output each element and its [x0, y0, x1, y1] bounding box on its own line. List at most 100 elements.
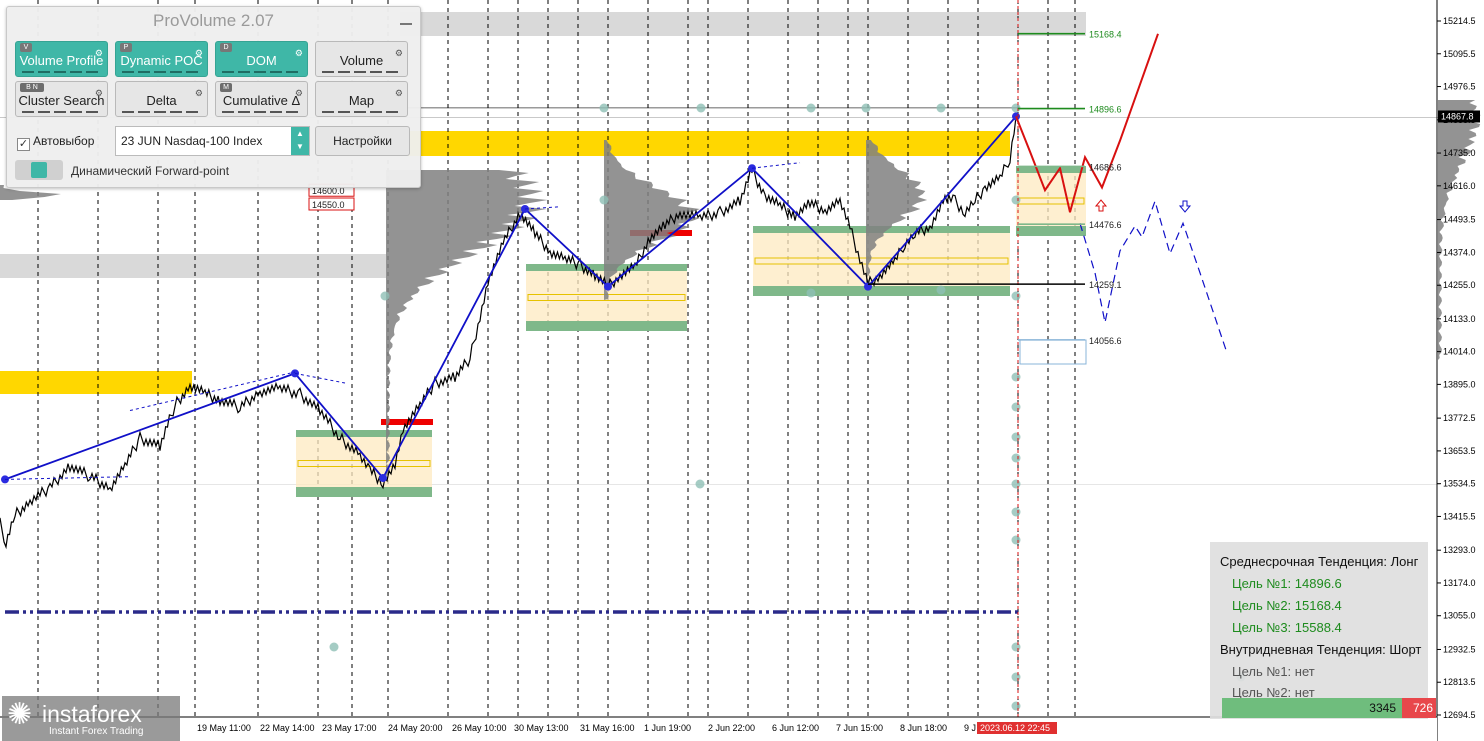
grid-line	[0, 484, 1440, 485]
y-tick-label: 13293.0	[1443, 545, 1476, 555]
level-label: 14056.6	[1089, 336, 1122, 346]
gray-band	[0, 254, 386, 278]
zone-bottom-band	[1016, 226, 1086, 236]
intra-trend-title: Внутридневная Тенденция: Шорт	[1220, 642, 1422, 657]
button-indicator	[222, 111, 301, 113]
panel-button-label: Volume	[339, 53, 384, 68]
mid-target-1: Цель №1: 14896.6	[1232, 576, 1342, 591]
instrument-select[interactable]: 23 JUN Nasdaq-100 Index ▲ ▼	[115, 126, 310, 156]
button-indicator	[322, 71, 401, 73]
dynamic-poc-dot	[599, 103, 609, 113]
x-tick-label: 24 May 20:00	[388, 723, 443, 733]
dynamic-poc-dot	[1011, 453, 1021, 463]
panel-title: ProVolume 2.07	[153, 11, 274, 30]
y-tick-label: 14255.0	[1443, 280, 1476, 290]
helper-line	[4, 476, 131, 480]
zone-bottom-band	[526, 321, 687, 331]
dynamic-poc-dot	[1011, 642, 1021, 652]
x-tick-label: 7 Jun 15:00	[836, 723, 883, 733]
x-tick-label: 31 May 16:00	[580, 723, 635, 733]
sell-volume-value: 726	[1412, 701, 1433, 715]
y-tick-label: 13174.0	[1443, 578, 1476, 588]
y-tick-label: 14493.5	[1443, 215, 1476, 225]
dynamic-poc-dot	[806, 288, 816, 298]
x-tick-label: 30 May 13:00	[514, 723, 569, 733]
panel-button-label: Delta	[146, 93, 177, 108]
panel-button-cumulative[interactable]: M ⚙ Cumulative Δ	[215, 81, 308, 117]
x-tick-label: 26 May 10:00	[452, 723, 507, 733]
dynamic-poc-dot	[1011, 701, 1021, 711]
minimize-icon[interactable]	[400, 23, 412, 25]
down-arrow-icon	[1178, 200, 1192, 213]
buy-volume-value: 3345	[1369, 701, 1396, 715]
zigzag-point	[379, 474, 387, 483]
target-line	[400, 107, 1020, 109]
dynamic-poc-dot	[1011, 479, 1021, 489]
y-tick-label: 14133.0	[1443, 314, 1476, 324]
current-time-label: 2023.06.12 22:45	[980, 723, 1050, 733]
dynamic-poc-dot	[1011, 535, 1021, 545]
mid-trend-title: Среднесрочная Тенденция: Лонг	[1220, 554, 1419, 569]
button-indicator	[122, 71, 201, 73]
target-box	[1019, 339, 1087, 365]
panel-button-label: Cumulative Δ	[222, 93, 301, 108]
x-tick-label: 6 Jun 12:00	[772, 723, 819, 733]
y-tick-label: 13415.5	[1443, 511, 1476, 521]
y-tick-label: 13895.0	[1443, 379, 1476, 389]
level-label: 14896.6	[1089, 105, 1122, 115]
y-tick-label: 13534.5	[1443, 479, 1476, 489]
dynamic-poc-dot	[380, 291, 390, 301]
trend-box: Среднесрочная Тенденция: Лонг Цель №1: 1…	[1210, 542, 1428, 719]
settings-button[interactable]: Настройки	[315, 126, 410, 156]
autoselect-checkbox[interactable]: ✓ Автовыбор	[17, 134, 94, 151]
y-tick-label: 13772.5	[1443, 413, 1476, 423]
provolume-panel: ProVolume 2.07 V ⚙ Volume Profile P ⚙ Dynamic…	[6, 6, 421, 188]
panel-button-volume-profile[interactable]: V ⚙ Volume Profile	[15, 41, 108, 77]
x-tick-label: 19 May 11:00	[197, 723, 251, 733]
x-tick-label: 1 Jun 19:00	[644, 723, 691, 733]
dynamic-poc-dot	[1011, 672, 1021, 682]
button-indicator	[22, 71, 101, 73]
panel-button-cluster-search[interactable]: B N ⚙ Cluster Search	[15, 81, 108, 117]
panel-button-dom[interactable]: D ⚙ DOM	[215, 41, 308, 77]
y-tick-label: 15095.5	[1443, 49, 1476, 59]
x-tick-label: 9 J	[964, 723, 976, 733]
panel-button-dynamic-poc[interactable]: P ⚙ Dynamic POC	[115, 41, 208, 77]
toggle-knob	[31, 162, 47, 178]
yellow-band	[400, 131, 1010, 156]
panel-button-delta[interactable]: ⚙ Delta	[115, 81, 208, 117]
panel-button-label: Map	[348, 93, 375, 108]
dynamic-poc-dot	[1011, 507, 1021, 517]
panel-button-map[interactable]: ⚙ Map	[315, 81, 408, 117]
panel-button-volume[interactable]: ⚙ Volume	[315, 41, 408, 77]
dynamic-poc-dot	[329, 642, 339, 652]
gray-band	[400, 12, 1086, 36]
dynamic-poc-dot	[806, 103, 816, 113]
y-tick-label: 12932.5	[1443, 644, 1476, 654]
value-area-zone	[1016, 166, 1086, 236]
y-tick-label: 15214.5	[1443, 16, 1476, 26]
y-tick-label: 14976.5	[1443, 82, 1476, 92]
x-tick-label: 8 Jun 18:00	[900, 723, 947, 733]
mid-target-2: Цель №2: 15168.4	[1232, 598, 1342, 613]
panel-button-label: Volume Profile	[19, 53, 104, 68]
x-tick-label: 23 May 17:00	[322, 723, 377, 733]
dynamic-poc-dot	[599, 195, 609, 205]
level-label: 15168.4	[1089, 30, 1122, 40]
dynamic-poc-dot	[936, 103, 946, 113]
instrument-value: 23 JUN Nasdaq-100 Index	[121, 134, 263, 148]
mid-target-3: Цель №3: 15588.4	[1232, 620, 1342, 635]
logo-tagline: Instant Forex Trading	[49, 726, 144, 737]
y-tick-label: 13653.5	[1443, 446, 1476, 456]
x-tick-label: 2 Jun 22:00	[708, 723, 755, 733]
spinner-icon[interactable]: ▲ ▼	[291, 127, 309, 155]
panel-button-label: Dynamic POC	[120, 53, 203, 68]
forward-point-toggle[interactable]	[15, 160, 63, 180]
zigzag-point	[604, 282, 612, 291]
panel-button-label: Cluster Search	[18, 93, 105, 108]
level-label: 14686.6	[1089, 162, 1122, 172]
intra-target-1: Цель №1: нет	[1232, 664, 1315, 679]
zone-bottom-band	[296, 487, 432, 497]
button-indicator	[322, 111, 401, 113]
x-tick-label: 22 May 14:00	[260, 723, 315, 733]
